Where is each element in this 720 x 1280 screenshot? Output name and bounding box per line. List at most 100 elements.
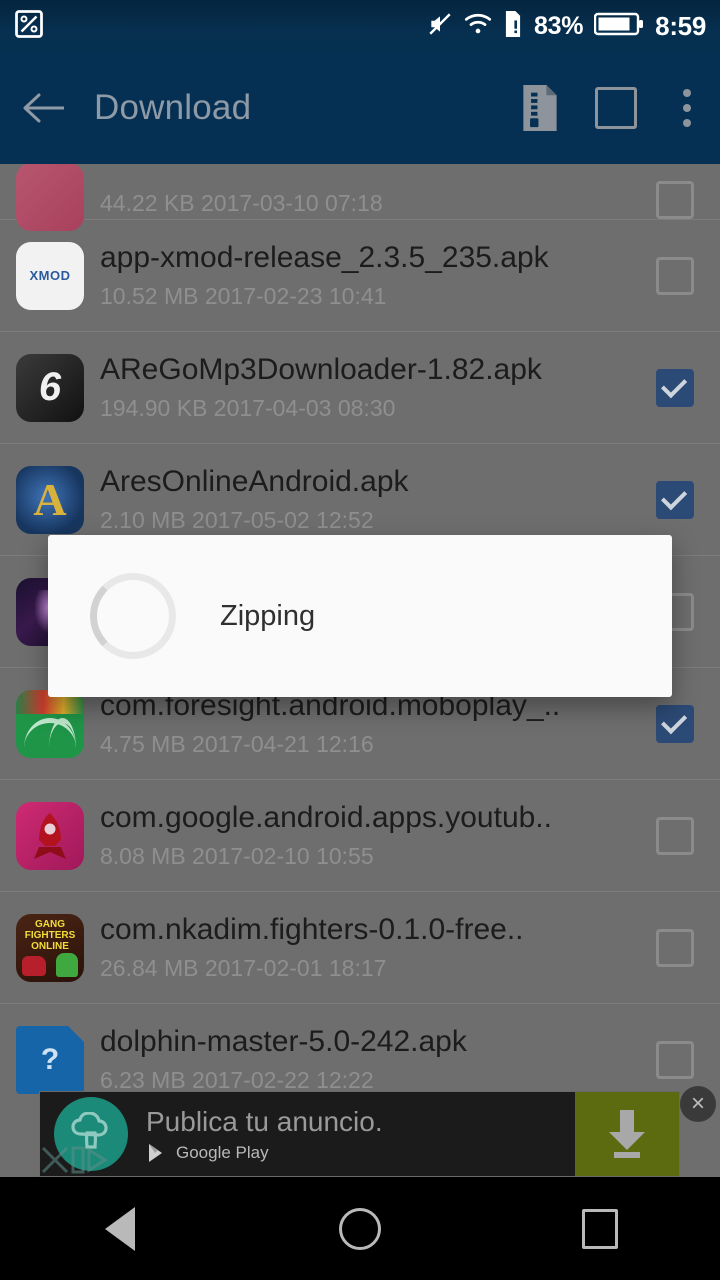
zip-file-icon xyxy=(523,85,557,131)
status-bar-clock: 8:59 xyxy=(655,10,706,41)
status-bar-right: 83% 8:59 xyxy=(427,10,720,42)
table-row[interactable]: XMOD app-xmod-release_2.3.5_235.apk 10.5… xyxy=(0,220,720,332)
app-icon-moboplay xyxy=(16,689,84,758)
file-checkbox-wrap[interactable] xyxy=(630,928,720,967)
file-text: dolphin-master-5.0-242.apk 6.23 MB 2017-… xyxy=(100,1024,630,1096)
file-checkbox-wrap[interactable] xyxy=(630,480,720,519)
file-text: AReGoMp3Downloader-1.82.apk 194.90 KB 20… xyxy=(100,352,630,424)
system-nav-bar xyxy=(0,1177,720,1280)
file-icon-wrap xyxy=(0,780,100,892)
file-text: com.foresight.android.moboplay_.. 4.75 M… xyxy=(100,688,630,760)
app-icon-aregomp3: 6 xyxy=(16,353,84,422)
app-icon-ares: A xyxy=(16,465,84,534)
file-checkbox[interactable] xyxy=(656,704,694,743)
ad-banner[interactable]: Publica tu anuncio. Google Play xyxy=(39,1091,680,1177)
phone-screen: 83% 8:59 Download 44.22 KB 2017-03-10 07… xyxy=(0,0,720,1280)
ad-choices-icon[interactable] xyxy=(39,1143,117,1177)
mute-icon xyxy=(427,11,453,42)
nav-back-button[interactable] xyxy=(60,1177,180,1280)
table-row[interactable]: 6 AReGoMp3Downloader-1.82.apk 194.90 KB … xyxy=(0,332,720,444)
file-checkbox-wrap[interactable] xyxy=(630,256,720,295)
battery-percent-label: 83% xyxy=(534,11,584,40)
file-text: com.nkadim.fighters-0.1.0-free.. 26.84 M… xyxy=(100,912,630,984)
select-all-button[interactable] xyxy=(578,52,654,164)
ad-source-label: Google Play xyxy=(176,1142,269,1162)
file-icon-wrap: ? xyxy=(0,1004,100,1099)
file-checkbox-wrap[interactable] xyxy=(630,181,720,219)
ad-body: Publica tu anuncio. Google Play xyxy=(146,1105,575,1164)
file-text: app-xmod-release_2.3.5_235.apk 10.52 MB … xyxy=(100,240,630,312)
app-icon-label: 6 xyxy=(38,365,62,409)
app-icon-label: XMOD xyxy=(29,268,71,283)
file-text: com.google.android.apps.youtub.. 8.08 MB… xyxy=(100,800,630,872)
file-name: AReGoMp3Downloader-1.82.apk xyxy=(100,352,542,386)
file-text: AresOnlineAndroid.apk 2.10 MB 2017-05-02… xyxy=(100,464,630,536)
toolbar-actions xyxy=(502,52,720,164)
sd-card-alert-icon xyxy=(503,10,523,42)
ad-install-button[interactable] xyxy=(575,1092,679,1176)
file-checkbox[interactable] xyxy=(656,480,694,519)
loading-spinner-icon xyxy=(90,573,176,659)
ad-close-button[interactable]: × xyxy=(680,1086,716,1122)
app-icon-gangfighters: GANG FIGHTERS ONLINE xyxy=(16,913,84,982)
file-icon-wrap: 6 xyxy=(0,332,100,444)
app-icon-label: GANG FIGHTERS ONLINE xyxy=(24,918,76,952)
file-checkbox[interactable] xyxy=(656,1040,694,1079)
file-checkbox-wrap[interactable] xyxy=(630,368,720,407)
file-checkbox[interactable] xyxy=(656,928,694,967)
table-row[interactable]: 44.22 KB 2017-03-10 07:18 xyxy=(0,164,720,231)
nav-home-button[interactable] xyxy=(300,1177,420,1280)
overflow-menu-button[interactable] xyxy=(654,52,720,164)
file-name: com.google.android.apps.youtub.. xyxy=(100,800,552,834)
file-meta: 8.08 MB 2017-02-10 10:55 xyxy=(100,842,374,869)
more-vertical-icon xyxy=(683,89,691,127)
nav-recents-square-icon xyxy=(582,1208,618,1249)
app-icon-xmod: XMOD xyxy=(16,241,84,310)
file-icon-wrap xyxy=(0,164,100,231)
back-button[interactable] xyxy=(0,52,86,164)
file-meta: 2.10 MB 2017-05-02 12:52 xyxy=(100,506,374,533)
app-icon-label: ? xyxy=(40,1042,60,1076)
download-arrow-icon xyxy=(609,1110,645,1158)
file-checkbox-wrap[interactable] xyxy=(630,704,720,743)
file-meta: 194.90 KB 2017-04-03 08:30 xyxy=(100,394,396,421)
file-checkbox[interactable] xyxy=(656,181,694,219)
file-checkbox[interactable] xyxy=(656,816,694,855)
status-bar: 83% 8:59 xyxy=(0,0,720,52)
file-icon-wrap: GANG FIGHTERS ONLINE xyxy=(0,892,100,1004)
table-row[interactable]: GANG FIGHTERS ONLINE com.nkadim.fighters… xyxy=(0,892,720,1004)
image-edit-icon xyxy=(14,9,44,44)
table-row[interactable]: ? dolphin-master-5.0-242.apk 6.23 MB 201… xyxy=(0,1004,720,1098)
nav-recents-button[interactable] xyxy=(540,1177,660,1280)
google-play-icon xyxy=(149,1143,162,1162)
zip-button[interactable] xyxy=(502,52,578,164)
file-name: app-xmod-release_2.3.5_235.apk xyxy=(100,240,549,274)
wifi-icon xyxy=(464,12,492,41)
file-checkbox[interactable] xyxy=(656,368,694,407)
ad-source: Google Play xyxy=(146,1142,575,1164)
battery-icon xyxy=(593,11,644,42)
file-checkbox-wrap[interactable] xyxy=(630,816,720,855)
file-text: 44.22 KB 2017-03-10 07:18 xyxy=(100,183,630,219)
file-meta: 44.22 KB 2017-03-10 07:18 xyxy=(100,190,383,216)
app-icon-unknown-doc: ? xyxy=(16,1025,84,1094)
nav-home-circle-icon xyxy=(339,1207,381,1250)
select-all-square-icon xyxy=(595,87,637,129)
dialog-message: Zipping xyxy=(220,599,316,632)
zipping-progress-dialog: Zipping xyxy=(48,535,672,697)
status-bar-left xyxy=(0,9,44,44)
file-checkbox-wrap[interactable] xyxy=(630,1040,720,1079)
app-icon-label: A xyxy=(33,473,67,525)
file-checkbox[interactable] xyxy=(656,256,694,295)
table-row[interactable]: com.google.android.apps.youtub.. 8.08 MB… xyxy=(0,780,720,892)
app-icon-rocket xyxy=(16,801,84,870)
app-toolbar: Download xyxy=(0,52,720,164)
file-name: dolphin-master-5.0-242.apk xyxy=(100,1024,467,1058)
file-name: com.nkadim.fighters-0.1.0-free.. xyxy=(100,912,524,946)
file-meta: 4.75 MB 2017-04-21 12:16 xyxy=(100,730,374,757)
file-name: AresOnlineAndroid.apk xyxy=(100,464,409,498)
nav-back-triangle-icon xyxy=(105,1206,135,1251)
file-icon-wrap: XMOD xyxy=(0,220,100,332)
page-title: Download xyxy=(94,88,252,127)
file-meta: 10.52 MB 2017-02-23 10:41 xyxy=(100,282,387,309)
